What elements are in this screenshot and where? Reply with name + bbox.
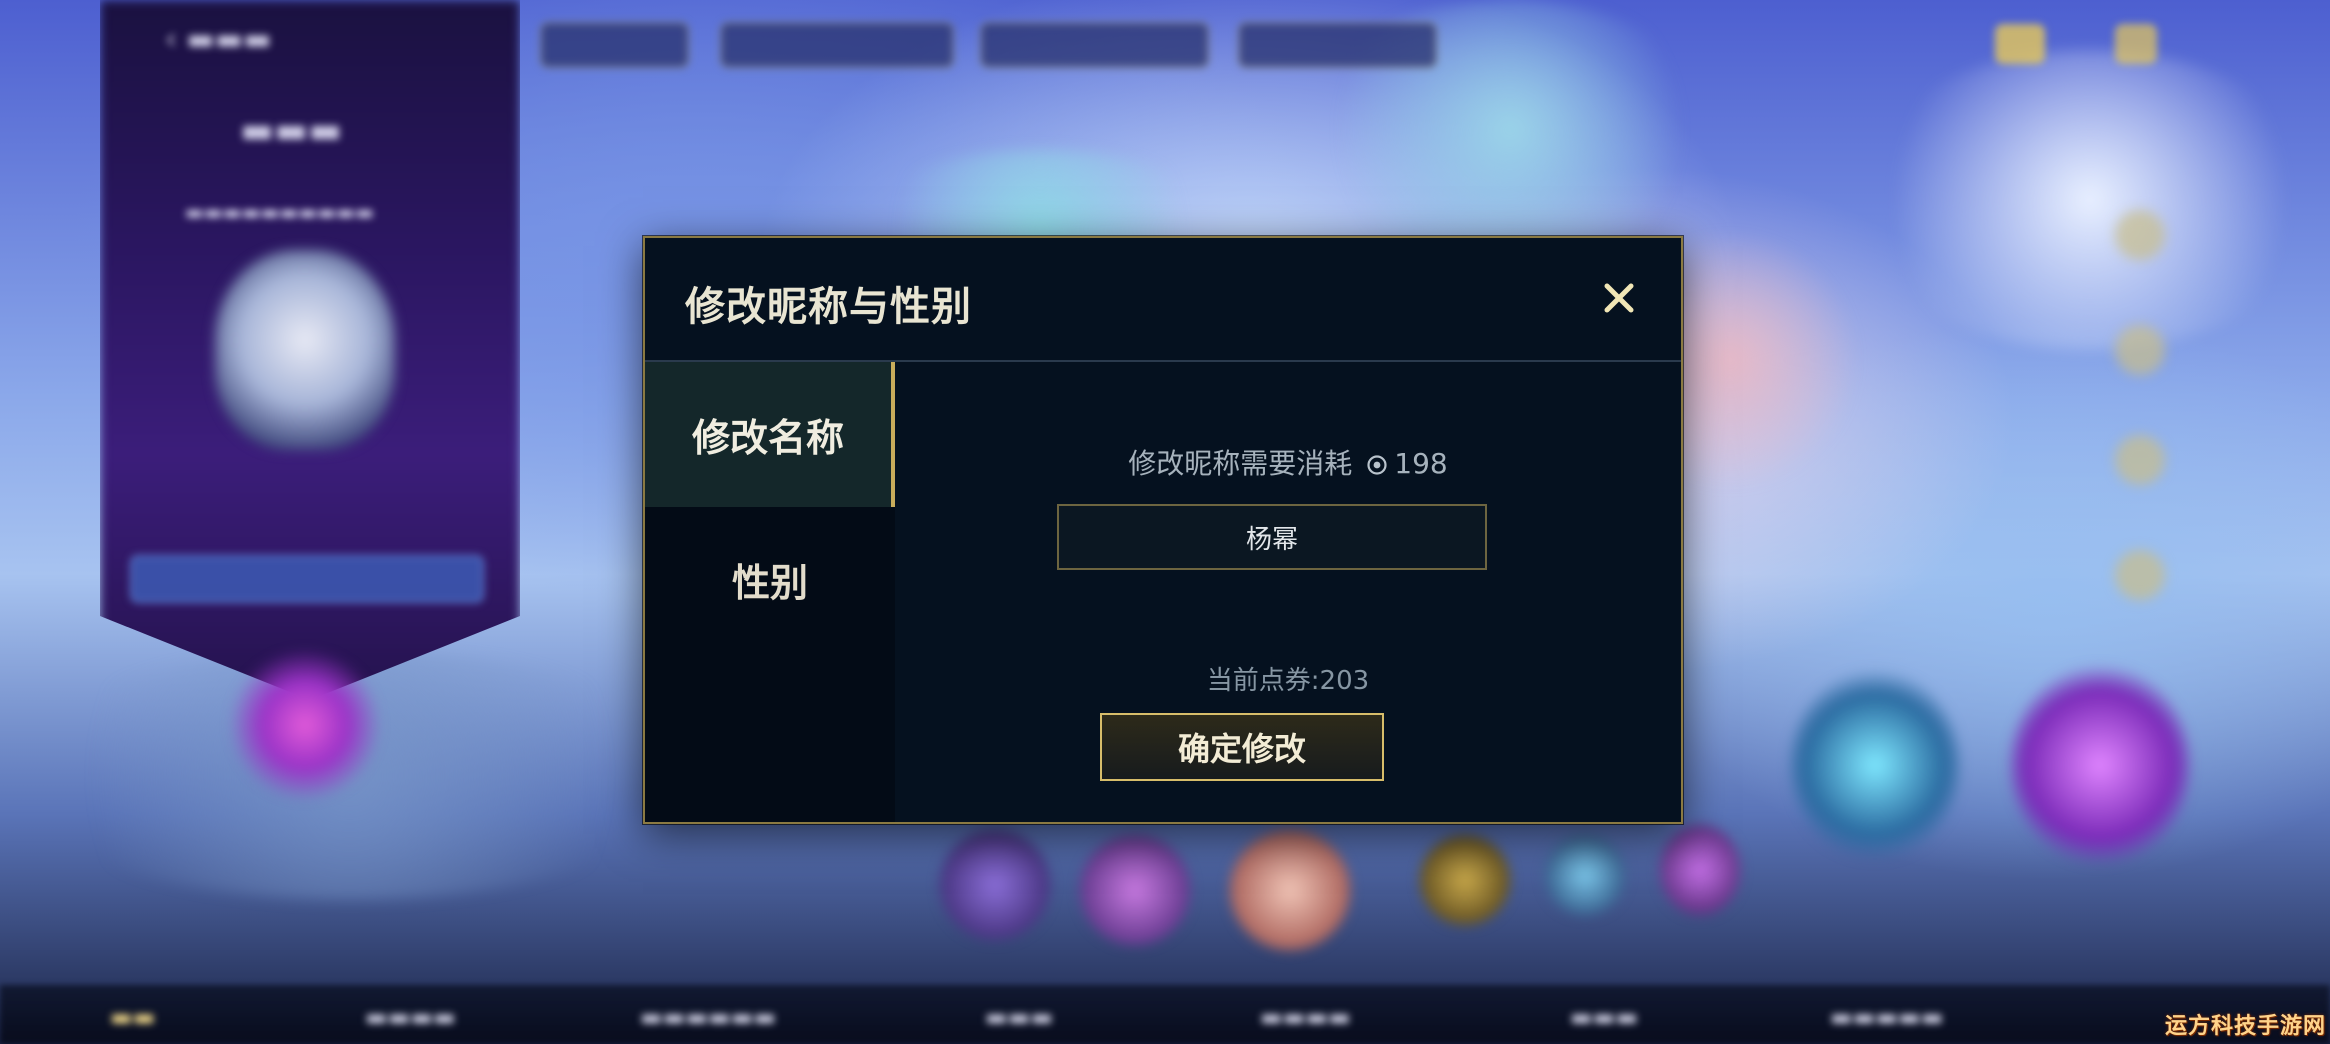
- close-icon: [1604, 283, 1634, 313]
- avatar[interactable]: [215, 250, 395, 450]
- confirm-button[interactable]: 确定修改: [1100, 713, 1384, 781]
- hero-avatar[interactable]: [1660, 825, 1740, 915]
- coin-icon: [1366, 450, 1388, 483]
- tab-rename[interactable]: 修改名称: [645, 362, 895, 507]
- side-round-button[interactable]: [2115, 210, 2165, 260]
- side-round-button[interactable]: [2115, 325, 2165, 375]
- tab-gender[interactable]: 性别: [645, 507, 895, 652]
- cost-amount: 198: [1394, 447, 1448, 480]
- rank-badge: [1790, 670, 1960, 860]
- profile-action-button[interactable]: [130, 555, 484, 603]
- bottom-nav-item[interactable]: ▬▬▬: [985, 1003, 1053, 1031]
- bottom-nav-item[interactable]: ▬▬▬▬: [365, 1003, 456, 1031]
- top-menu-button[interactable]: [1238, 22, 1437, 68]
- hero-avatar[interactable]: [1545, 835, 1625, 915]
- mail-icon[interactable]: [1995, 24, 2045, 64]
- top-menu-button[interactable]: [540, 22, 689, 68]
- rename-panel: 修改昵称需要消耗 198 当前点券:203 确定修改: [895, 362, 1681, 822]
- top-menu-button[interactable]: [980, 22, 1209, 68]
- dialog-title: 修改昵称与性别: [685, 284, 972, 330]
- cost-label: 修改昵称需要消耗: [1128, 447, 1353, 480]
- top-menu-button[interactable]: [720, 22, 954, 68]
- bottom-nav-bar: [0, 985, 2330, 1044]
- close-button[interactable]: [1599, 278, 1639, 318]
- player-name: ▬▬▬: [240, 110, 343, 151]
- back-button[interactable]: ‹ ▬▬▬: [165, 22, 272, 57]
- current-balance: 当前点券:203: [1206, 666, 1370, 696]
- dialog-header: 修改昵称与性别: [645, 238, 1681, 362]
- rename-cost: 修改昵称需要消耗 198: [895, 442, 1681, 483]
- nickname-input[interactable]: [1057, 504, 1487, 570]
- bottom-nav-item[interactable]: ▬▬: [110, 1003, 155, 1031]
- side-round-button[interactable]: [2115, 435, 2165, 485]
- rank-badge: [2010, 665, 2190, 865]
- game-screen: ‹ ▬▬▬ ▬▬▬ ▬▬▬▬▬▬▬▬▬▬ ▬▬ ▬▬▬▬ ▬▬▬▬▬▬ ▬▬▬ …: [0, 0, 2330, 1044]
- side-round-button[interactable]: [2115, 550, 2165, 600]
- bottom-nav-item[interactable]: ▬▬▬: [1570, 1003, 1638, 1031]
- settings-icon[interactable]: [2115, 24, 2157, 64]
- hero-avatar[interactable]: [1080, 835, 1190, 945]
- bottom-nav-item[interactable]: ▬▬▬▬: [1260, 1003, 1351, 1031]
- watermark: 运方科技手游网: [2164, 1014, 2326, 1039]
- hero-avatar[interactable]: [1230, 830, 1350, 950]
- bottom-nav-item[interactable]: ▬▬▬▬▬: [1830, 1003, 1943, 1031]
- rank-emblem: [230, 650, 380, 800]
- hero-avatar[interactable]: [1420, 835, 1510, 925]
- hero-avatar[interactable]: [940, 830, 1050, 940]
- dialog-tab-list: 修改名称 性别: [645, 362, 895, 822]
- bottom-nav-item[interactable]: ▬▬▬▬▬▬: [640, 1003, 776, 1031]
- rename-dialog: 修改昵称与性别 修改名称 性别 修改昵称需要消耗 198 当前点券:203 确定修…: [643, 236, 1683, 824]
- player-id: ▬▬▬▬▬▬▬▬▬▬: [185, 200, 374, 224]
